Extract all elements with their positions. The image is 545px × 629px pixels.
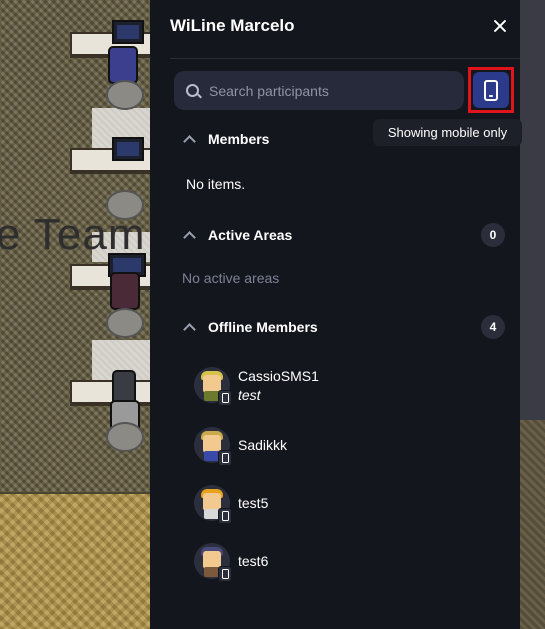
map-edge [520,0,545,629]
mobile-icon [218,450,232,466]
search-box[interactable] [174,71,464,110]
member-name: test6 [238,553,269,569]
member-name: CassioSMS1 [238,368,319,384]
chair [110,272,140,310]
member-name: Sadikkk [238,437,288,453]
avatar [194,367,232,406]
section-offline-members-header[interactable]: Offline Members [183,319,318,336]
floor-area [0,492,150,629]
active-areas-count: 0 [481,223,505,247]
chair [108,46,138,84]
mobile-filter-button[interactable] [468,67,514,113]
chevron-up-icon [183,322,196,336]
monitor [112,20,144,44]
mobile-phone-icon [484,79,498,101]
monitor [112,137,144,161]
avatar [194,427,232,466]
section-active-areas-header[interactable]: Active Areas [183,227,293,244]
game-map[interactable]: e Team [0,0,150,629]
rug [106,80,144,110]
participants-panel: WiLine Marcelo Showing mobile only Membe… [150,0,522,629]
rug [106,422,144,452]
section-title: Active Areas [208,227,293,243]
list-item[interactable]: CassioSMS1 test [194,367,319,406]
section-members-header[interactable]: Members [183,131,270,148]
list-item[interactable]: test6 [194,543,269,582]
mobile-icon [218,390,232,406]
chevron-up-icon [183,134,196,148]
member-name: test5 [238,495,269,511]
close-icon[interactable] [490,16,510,36]
search-icon [186,84,199,97]
search-input[interactable] [207,81,461,100]
avatar [194,543,232,582]
active-areas-empty-text: No active areas [182,270,280,286]
chevron-up-icon [183,230,196,244]
mobile-icon [218,566,232,582]
list-item[interactable]: test5 [194,485,269,524]
panel-title: WiLine Marcelo [170,16,295,35]
members-empty-text: No items. [186,176,246,192]
member-status: test [238,387,261,403]
divider [170,58,520,59]
list-item[interactable]: Sadikkk [194,427,288,466]
offline-members-count: 4 [481,315,505,339]
tooltip: Showing mobile only [373,119,522,146]
map-sign-text: e Team [0,210,146,259]
section-title: Offline Members [208,319,318,335]
mobile-icon [218,508,232,524]
section-title: Members [208,131,270,147]
avatar [194,485,232,524]
rug [106,308,144,338]
